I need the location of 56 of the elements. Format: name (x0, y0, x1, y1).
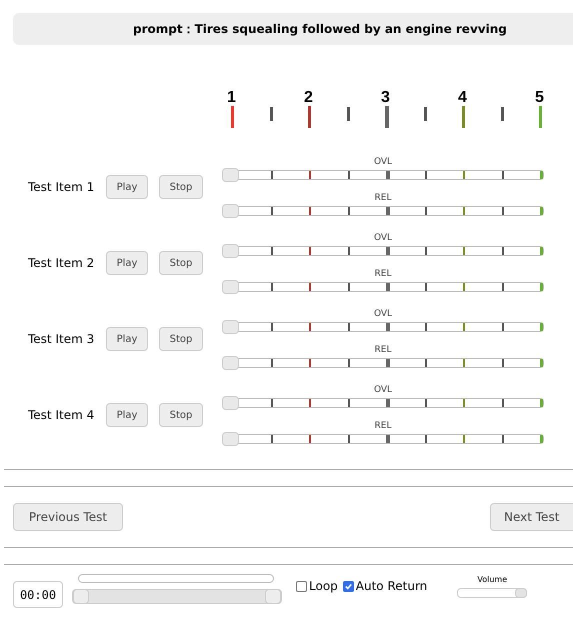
test-item-label: Test Item 3 (28, 331, 96, 348)
stop-button[interactable]: Stop (159, 251, 203, 275)
play-button[interactable]: Play (106, 251, 148, 275)
checkbox-label: Auto Return (356, 578, 428, 595)
slider-thumb[interactable] (222, 396, 239, 410)
previous-test-button[interactable]: Previous Test (13, 503, 123, 531)
stop-button[interactable]: Stop (159, 175, 203, 199)
rating-slider[interactable] (222, 356, 544, 370)
rating-slider[interactable] (222, 168, 544, 182)
slider-label: OVL (374, 384, 392, 396)
slider-label: OVL (374, 232, 392, 244)
checkbox[interactable] (296, 580, 307, 592)
checkmark-icon (344, 582, 353, 590)
volume-thumb[interactable] (515, 588, 528, 598)
slider-label: OVL (374, 308, 392, 320)
rating-slider[interactable] (222, 396, 544, 410)
stop-button[interactable]: Stop (159, 327, 203, 351)
rating-slider[interactable] (222, 244, 544, 258)
play-button[interactable]: Play (106, 403, 148, 427)
checkbox-label: Loop (309, 578, 338, 595)
slider-label: OVL (374, 156, 392, 168)
slider-label: REL (374, 192, 392, 204)
test-item-label: Test Item 2 (28, 255, 96, 272)
rating-slider[interactable] (222, 320, 544, 334)
scale-number: 5 (535, 90, 544, 106)
slider-thumb[interactable] (222, 168, 239, 182)
slider-thumb[interactable] (222, 320, 239, 334)
play-button[interactable]: Play (106, 175, 148, 199)
volume-label: Volume (477, 574, 508, 586)
volume-slider[interactable] (457, 588, 528, 598)
slider-thumb[interactable] (222, 432, 239, 446)
next-test-button[interactable]: Next Test (490, 503, 573, 531)
slider-thumb[interactable] (222, 356, 239, 370)
slider-thumb[interactable] (222, 204, 239, 218)
rating-slider[interactable] (222, 280, 544, 294)
slider-label: REL (374, 268, 392, 280)
slider-thumb[interactable] (222, 244, 239, 258)
slider-label: REL (374, 344, 392, 356)
range-start-thumb[interactable] (73, 589, 89, 604)
rating-slider[interactable] (222, 432, 544, 446)
stop-button[interactable]: Stop (159, 403, 203, 427)
scale-number: 3 (381, 90, 390, 106)
prompt-bar: prompt：Tires squealing followed by an engine revving (13, 13, 573, 45)
test-item-label: Test Item 4 (28, 407, 96, 424)
test-item-label: Test Item 1 (28, 179, 96, 196)
checkbox[interactable] (342, 580, 354, 592)
range-slider[interactable] (72, 589, 282, 604)
play-button[interactable]: Play (106, 327, 148, 351)
slider-thumb[interactable] (222, 280, 239, 294)
slider-label: REL (374, 420, 392, 432)
time-display: 00:00 (13, 581, 63, 608)
rating-slider[interactable] (222, 204, 544, 218)
scale-number: 4 (458, 90, 467, 106)
scale-number: 2 (304, 90, 313, 106)
scale-number: 1 (227, 90, 236, 106)
range-end-thumb[interactable] (265, 589, 281, 604)
